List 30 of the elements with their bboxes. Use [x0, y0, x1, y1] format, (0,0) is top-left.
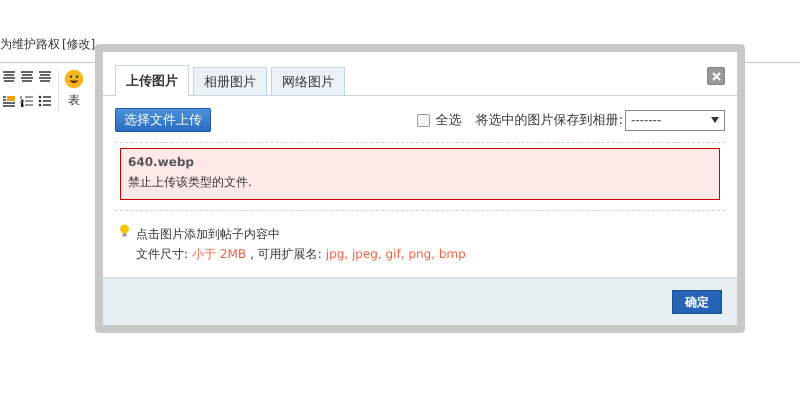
edit-link[interactable]: [修改]	[62, 36, 96, 53]
numbered-list-icon[interactable]	[20, 95, 34, 107]
emoji-label: 表	[68, 92, 80, 109]
close-button[interactable]	[707, 67, 725, 85]
confirm-button[interactable]: 确定	[672, 290, 722, 314]
save-label: 将选中的图片保存到相册:	[476, 112, 623, 129]
extensions-list: jpg, jpeg, gif, png, bmp	[326, 244, 466, 264]
select-all-label: 全选	[436, 112, 462, 129]
close-icon	[712, 72, 720, 80]
align-icon[interactable]	[2, 71, 16, 83]
tab[interactable]: 相册图片	[193, 67, 267, 95]
lightbulb-icon	[119, 224, 130, 238]
tab[interactable]: 网络图片	[271, 67, 345, 95]
image-align-icon[interactable]	[2, 95, 16, 107]
size-limit: 小于 2MB	[192, 246, 246, 263]
tip-text: 点击图片添加到帖子内容中	[136, 226, 281, 243]
error-message: 禁止上传该类型的文件.	[128, 174, 253, 191]
align-icon[interactable]	[20, 71, 34, 83]
caret-icon	[711, 117, 719, 123]
tab[interactable]: 上传图片	[115, 65, 189, 96]
notice-text: 为维护路权	[0, 36, 60, 53]
bullet-list-icon[interactable]	[38, 95, 52, 107]
upload-button[interactable]: 选择文件上传	[115, 108, 211, 132]
file-name: 640.webp	[128, 155, 196, 169]
size-label: 文件尺寸:	[136, 246, 188, 263]
album-select[interactable]: -------	[625, 110, 725, 130]
align-icon[interactable]	[38, 71, 52, 83]
select-all-checkbox[interactable]	[416, 114, 430, 126]
smiley-icon[interactable]	[64, 69, 84, 89]
extensions-label: , 可用扩展名:	[250, 246, 322, 263]
